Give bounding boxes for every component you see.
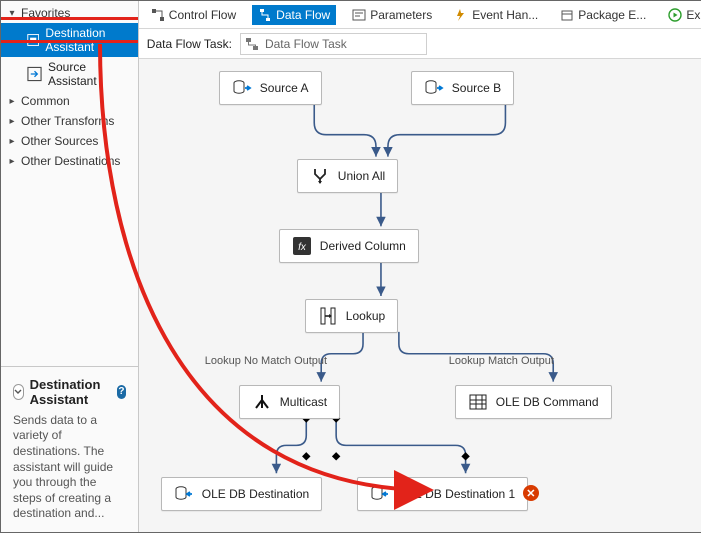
database-source-icon [424,78,444,98]
tab-label: Data Flow [276,8,330,22]
grid-icon [468,392,488,412]
tab-label: Package E... [578,8,646,22]
source-icon [27,66,42,82]
event-icon [454,8,468,22]
edge-label-match: Lookup Match Output [449,355,554,367]
designer-main: Control Flow Data Flow Parameters Event … [139,1,701,532]
error-badge[interactable]: ✕ [523,485,539,501]
toolbox-group-other-destinations[interactable]: ▸ Other Destinations [1,151,138,171]
database-dest-icon [370,484,390,504]
node-oledb-command[interactable]: OLE DB Command [455,385,612,419]
info-expander[interactable] [13,384,24,400]
group-label: Other Sources [21,134,98,148]
node-label: Source A [260,81,309,95]
toolbox-sidebar: ▾ Favorites Destination Assistant Source… [1,1,139,532]
node-source-b[interactable]: Source B [411,71,514,105]
multicast-icon [252,392,272,412]
group-label: Favorites [21,6,70,20]
chevron-right-icon: ▸ [7,136,17,147]
chevron-down-icon: ▾ [7,8,17,19]
tab-control-flow[interactable]: Control Flow [145,5,242,25]
control-flow-icon [151,8,165,22]
tab-label: Parameters [370,8,432,22]
parameters-icon [352,8,366,22]
data-flow-icon [258,8,272,22]
info-panel: Destination Assistant ? Sends data to a … [1,366,138,532]
database-source-icon [232,78,252,98]
tab-package-explorer[interactable]: Package E... [554,5,652,25]
node-label: OLE DB Command [496,395,599,409]
chevron-right-icon: ▸ [7,96,17,107]
destination-icon [27,32,39,48]
toolbox: ▾ Favorites Destination Assistant Source… [1,1,138,366]
chevron-right-icon: ▸ [7,116,17,127]
node-label: Derived Column [320,239,406,253]
svg-text:fx: fx [298,242,307,253]
help-icon[interactable]: ? [117,385,126,399]
database-dest-icon [174,484,194,504]
group-label: Other Transforms [21,114,114,128]
lookup-icon [318,306,338,326]
tab-event-handlers[interactable]: Event Han... [448,5,544,25]
node-multicast[interactable]: Multicast [239,385,340,419]
design-canvas[interactable]: Source A Source B Union All fx Derived C… [139,59,701,532]
task-label: Data Flow Task: [147,37,232,51]
tab-label: Event Han... [472,8,538,22]
node-union-all[interactable]: Union All [297,159,398,193]
designer-tabs: Control Flow Data Flow Parameters Event … [139,1,701,29]
item-label: Source Assistant [48,60,132,88]
group-label: Other Destinations [21,154,120,168]
tab-data-flow[interactable]: Data Flow [252,5,336,25]
fx-icon: fx [292,236,312,256]
package-icon [560,8,574,22]
node-label: Lookup [346,309,385,323]
node-label: OLE DB Destination 1 [398,487,515,501]
toolbox-group-favorites[interactable]: ▾ Favorites [1,3,138,23]
node-derived-column[interactable]: fx Derived Column [279,229,419,263]
toolbox-group-common[interactable]: ▸ Common [1,91,138,111]
task-bar: Data Flow Task: [139,29,701,59]
info-description: Sends data to a variety of destinations.… [13,413,126,522]
node-oledb-destination[interactable]: OLE DB Destination [161,477,322,511]
tab-parameters[interactable]: Parameters [346,5,438,25]
node-lookup[interactable]: Lookup [305,299,398,333]
node-label: Multicast [280,395,327,409]
chevron-right-icon: ▸ [7,156,17,167]
tab-label: Control Flow [169,8,236,22]
node-label: Union All [338,169,385,183]
tab-label: Ex [686,8,700,22]
toolbox-item-destination-assistant[interactable]: Destination Assistant [1,23,138,57]
toolbox-item-source-assistant[interactable]: Source Assistant [1,57,138,91]
tab-execute[interactable]: Ex [662,5,701,25]
node-label: OLE DB Destination [202,487,309,501]
toolbox-group-other-transforms[interactable]: ▸ Other Transforms [1,111,138,131]
toolbox-group-other-sources[interactable]: ▸ Other Sources [1,131,138,151]
group-label: Common [21,94,70,108]
node-oledb-destination-1[interactable]: OLE DB Destination 1 [357,477,528,511]
node-source-a[interactable]: Source A [219,71,322,105]
info-title: Destination Assistant [30,377,112,407]
play-icon [668,8,682,22]
node-label: Source B [452,81,501,95]
task-icon [244,36,260,52]
union-icon [310,166,330,186]
item-label: Destination Assistant [45,26,131,54]
task-select[interactable] [240,33,427,55]
edge-label-no-match: Lookup No Match Output [205,355,327,367]
